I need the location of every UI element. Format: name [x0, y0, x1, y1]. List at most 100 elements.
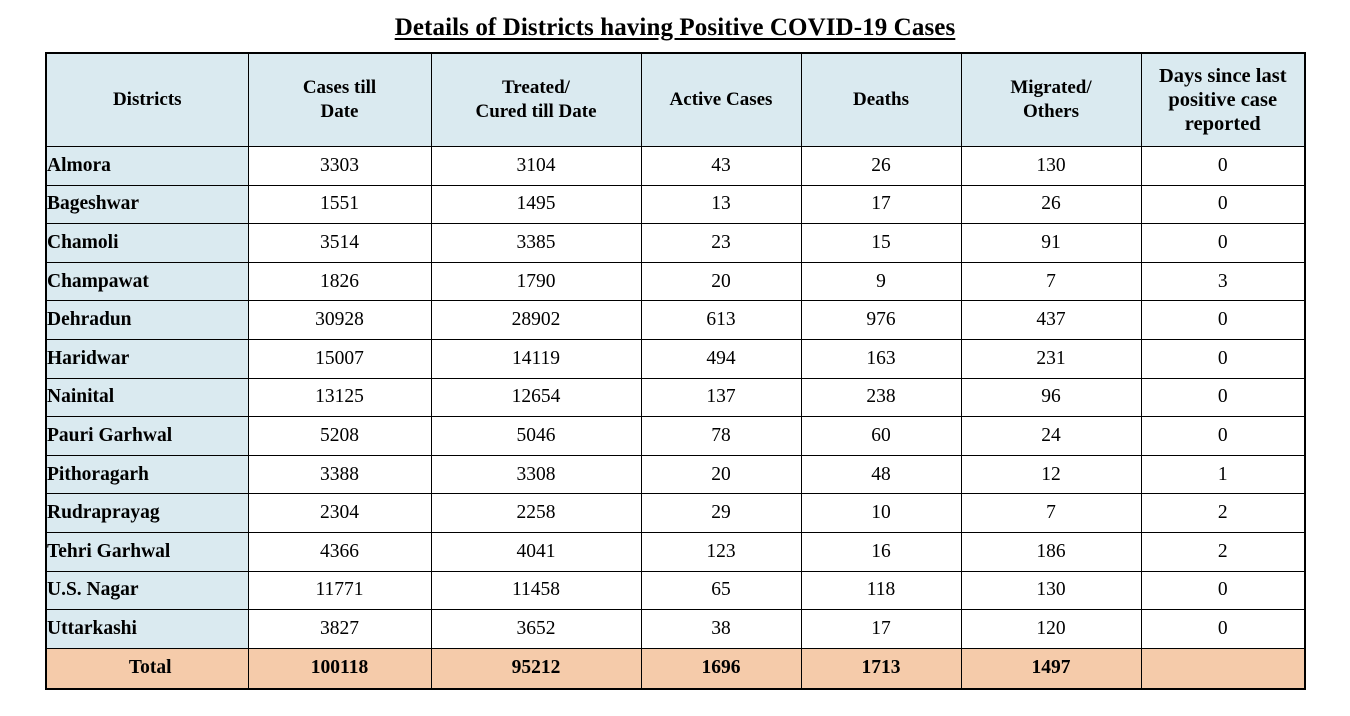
cell-migrated_others: 96 — [960, 377, 1142, 418]
total-cell-cases_till_date: 100118 — [247, 647, 432, 690]
header-label-days-line1: Days since last — [1158, 64, 1287, 87]
table-row: Pauri Garhwal 5208 5046 78 60 24 0 — [45, 416, 1306, 456]
cell-active_cases: 123 — [640, 531, 802, 572]
cell-treated_cured: 11458 — [430, 570, 642, 611]
total-cell-days_since_last — [1140, 647, 1306, 690]
cell-deaths: 26 — [800, 146, 962, 186]
cell-cases_till_date: 3303 — [247, 146, 432, 186]
cell-active_cases: 20 — [640, 261, 802, 302]
cell-migrated_others: 130 — [960, 146, 1142, 186]
cell-deaths: 118 — [800, 570, 962, 611]
cell-treated_cured: 3385 — [430, 223, 642, 263]
column-header-days-since-last: Days since last positive case reported — [1140, 52, 1306, 147]
table-row: Uttarkashi 3827 3652 38 17 120 0 — [45, 609, 1306, 649]
cell-cases_till_date: 13125 — [247, 377, 432, 418]
cell-migrated_others: 437 — [960, 300, 1142, 340]
cell-district-name: Bageshwar — [45, 184, 249, 225]
cell-district-name: Haridwar — [45, 338, 249, 379]
cell-deaths: 238 — [800, 377, 962, 418]
cell-active_cases: 23 — [640, 223, 802, 263]
cell-deaths: 17 — [800, 184, 962, 225]
cell-days_since_last: 0 — [1140, 377, 1306, 418]
header-label-cases-line1: Cases till — [302, 77, 377, 99]
cell-cases_till_date: 3388 — [247, 454, 432, 495]
header-row: Districts Cases till Date Treated/ Cured… — [45, 52, 1306, 147]
cell-migrated_others: 231 — [960, 338, 1142, 379]
cell-district-name: Tehri Garhwal — [45, 531, 249, 572]
cell-active_cases: 43 — [640, 146, 802, 186]
cell-active_cases: 38 — [640, 609, 802, 649]
page-title: Details of Districts having Positive COV… — [394, 14, 956, 41]
cell-district-name: Nainital — [45, 377, 249, 418]
cell-treated_cured: 14119 — [430, 338, 642, 379]
cell-days_since_last: 0 — [1140, 338, 1306, 379]
cell-cases_till_date: 1551 — [247, 184, 432, 225]
cell-days_since_last: 2 — [1140, 493, 1306, 533]
cell-active_cases: 29 — [640, 493, 802, 533]
cell-days_since_last: 0 — [1140, 609, 1306, 649]
cell-treated_cured: 3104 — [430, 146, 642, 186]
cell-cases_till_date: 15007 — [247, 338, 432, 379]
cell-migrated_others: 24 — [960, 416, 1142, 456]
cell-cases_till_date: 1826 — [247, 261, 432, 302]
header-label-migrated-line1: Migrated/ — [1010, 77, 1092, 99]
total-label-cell: Total — [45, 647, 249, 690]
table-header: Districts Cases till Date Treated/ Cured… — [45, 52, 1306, 147]
cell-district-name: Pithoragarh — [45, 454, 249, 495]
cell-treated_cured: 28902 — [430, 300, 642, 340]
total-cell-deaths: 1713 — [800, 647, 962, 690]
cell-migrated_others: 130 — [960, 570, 1142, 611]
cell-days_since_last: 0 — [1140, 416, 1306, 456]
total-cell-migrated_others: 1497 — [960, 647, 1142, 690]
cell-cases_till_date: 3827 — [247, 609, 432, 649]
cell-migrated_others: 12 — [960, 454, 1142, 495]
cell-migrated_others: 91 — [960, 223, 1142, 263]
table-row: Champawat 1826 1790 20 9 7 3 — [45, 261, 1306, 302]
cell-deaths: 10 — [800, 493, 962, 533]
column-header-treated-cured: Treated/ Cured till Date — [430, 52, 642, 147]
table-total-row: Total 100118 95212 1696 1713 1497 — [45, 647, 1306, 690]
column-header-migrated-others: Migrated/ Others — [960, 52, 1142, 147]
cell-deaths: 976 — [800, 300, 962, 340]
cell-treated_cured: 2258 — [430, 493, 642, 533]
cell-days_since_last: 0 — [1140, 146, 1306, 186]
cell-treated_cured: 12654 — [430, 377, 642, 418]
table-row: Haridwar 15007 14119 494 163 231 0 — [45, 338, 1306, 379]
cell-deaths: 60 — [800, 416, 962, 456]
table-row: U.S. Nagar 11771 11458 65 118 130 0 — [45, 570, 1306, 611]
cell-cases_till_date: 5208 — [247, 416, 432, 456]
cell-active_cases: 20 — [640, 454, 802, 495]
header-label-cured-line1: Treated/ — [502, 77, 570, 99]
cell-migrated_others: 7 — [960, 261, 1142, 302]
cell-days_since_last: 2 — [1140, 531, 1306, 572]
cell-migrated_others: 186 — [960, 531, 1142, 572]
cell-days_since_last: 3 — [1140, 261, 1306, 302]
cell-days_since_last: 0 — [1140, 223, 1306, 263]
cell-migrated_others: 120 — [960, 609, 1142, 649]
cell-days_since_last: 1 — [1140, 454, 1306, 495]
column-header-active-cases: Active Cases — [640, 52, 802, 147]
cell-active_cases: 13 — [640, 184, 802, 225]
cell-cases_till_date: 11771 — [247, 570, 432, 611]
cell-treated_cured: 3308 — [430, 454, 642, 495]
table-row: Pithoragarh 3388 3308 20 48 12 1 — [45, 454, 1306, 495]
table-row: Almora 3303 3104 43 26 130 0 — [45, 146, 1306, 186]
cell-treated_cured: 4041 — [430, 531, 642, 572]
cell-cases_till_date: 4366 — [247, 531, 432, 572]
table-row: Dehradun 30928 28902 613 976 437 0 — [45, 300, 1306, 340]
cell-deaths: 48 — [800, 454, 962, 495]
covid-districts-table: Districts Cases till Date Treated/ Cured… — [45, 52, 1306, 691]
header-label-days-line2: positive case — [1168, 88, 1278, 111]
cell-deaths: 163 — [800, 338, 962, 379]
header-label-deaths: Deaths — [853, 89, 909, 111]
cell-deaths: 17 — [800, 609, 962, 649]
table-row: Chamoli 3514 3385 23 15 91 0 — [45, 223, 1306, 263]
header-label-active-cases: Active Cases — [669, 89, 773, 111]
total-cell-treated_cured: 95212 — [430, 647, 642, 690]
cell-deaths: 9 — [800, 261, 962, 302]
cell-days_since_last: 0 — [1140, 300, 1306, 340]
cell-treated_cured: 1495 — [430, 184, 642, 225]
cell-active_cases: 78 — [640, 416, 802, 456]
cell-district-name: Uttarkashi — [45, 609, 249, 649]
cell-active_cases: 65 — [640, 570, 802, 611]
